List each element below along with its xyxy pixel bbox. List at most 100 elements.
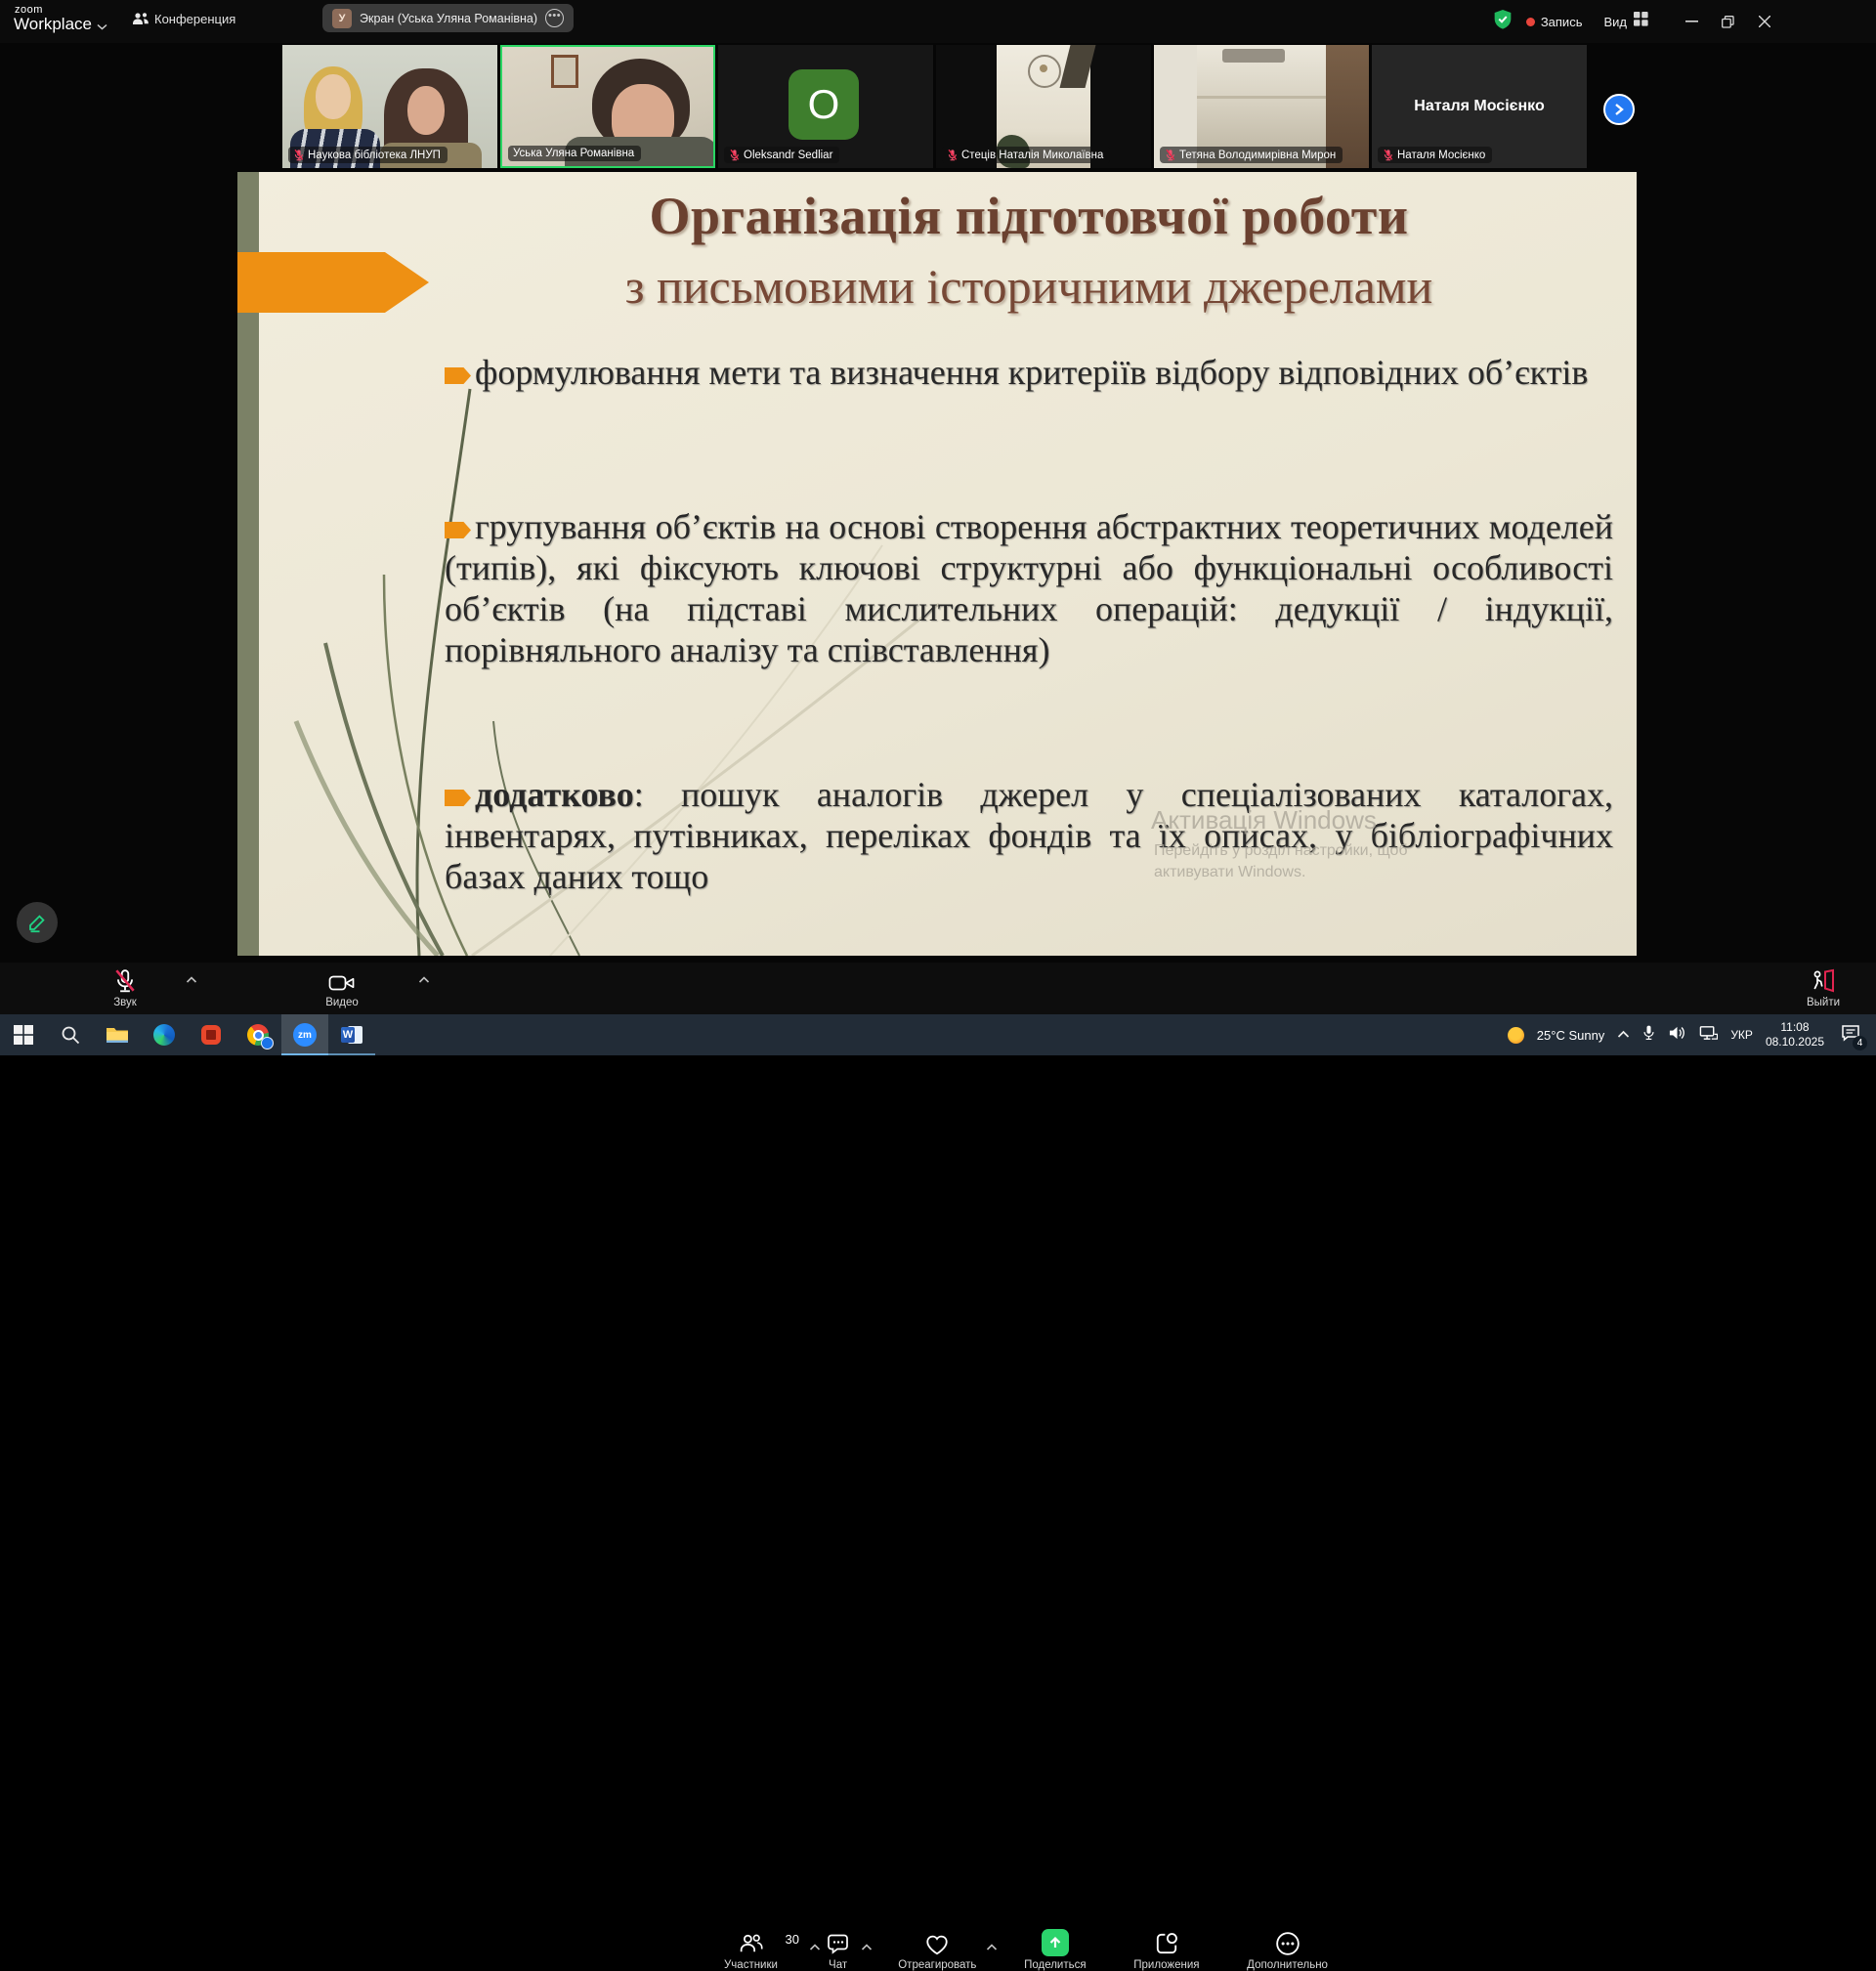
taskbar-search-button[interactable]: [47, 1014, 94, 1055]
chrome-icon: [247, 1024, 269, 1046]
zoom-meeting-window: zoom Workplace Конференция У Экран (Уськ…: [0, 0, 1876, 1055]
mic-muted-icon: [293, 149, 304, 161]
tab-more-icon[interactable]: •••: [545, 9, 564, 27]
windows-activation-watermark-line3: активувати Windows.: [1154, 864, 1305, 881]
video-button[interactable]: Видео: [305, 967, 379, 1008]
tray-expand-chevron[interactable]: [1617, 1026, 1630, 1044]
chat-chevron[interactable]: [861, 1939, 873, 1956]
clock-date: 08.10.2025: [1766, 1035, 1824, 1050]
windows-logo-icon: [14, 1025, 33, 1045]
word-button[interactable]: W: [328, 1014, 375, 1055]
file-explorer-button[interactable]: [94, 1014, 141, 1055]
language-indicator[interactable]: УКР: [1730, 1028, 1753, 1042]
windows-activation-watermark-line2: Перейдіть у розділ настройки, щоб: [1154, 842, 1408, 860]
office-button[interactable]: [188, 1014, 234, 1055]
chevron-down-icon[interactable]: [97, 18, 107, 35]
next-participants-page-button[interactable]: [1603, 94, 1635, 125]
tray-volume-icon[interactable]: [1668, 1025, 1686, 1046]
slide-bullet-2: групування об’єктів на основі створення …: [445, 506, 1613, 670]
participant-tile[interactable]: O Oleksandr Sedliar: [718, 45, 933, 168]
workplace-logo: Workplace: [14, 15, 92, 34]
tab-screen-share[interactable]: У Экран (Уська Уляна Романівна) •••: [322, 4, 574, 32]
mic-muted-icon: [88, 967, 162, 994]
mic-muted-icon: [1383, 149, 1393, 161]
slide-bullet-1: формулювання мети та визначення критерії…: [445, 352, 1613, 393]
chevron-right-icon: [1614, 104, 1624, 115]
participant-tile[interactable]: Наталя Мосієнко Наталя Мосієнко: [1372, 45, 1587, 168]
apps-icon: [1133, 1930, 1199, 1956]
reactions-button[interactable]: Отреагировать: [898, 1930, 976, 1971]
apps-button[interactable]: Приложения: [1133, 1930, 1199, 1971]
participants-icon: [724, 1930, 778, 1956]
meeting-toolbar: Звук Видео 30 Участники: [0, 963, 1876, 1014]
leave-door-icon: [1786, 967, 1860, 994]
edge-browser-button[interactable]: [141, 1014, 188, 1055]
title-bar: zoom Workplace Конференция У Экран (Уськ…: [0, 0, 1876, 43]
participant-tile[interactable]: Тетяна Володимирівна Мирон: [1154, 45, 1369, 168]
toolbar-center-cluster: 30 Участники Чат Отреагировать: [724, 1930, 1328, 1971]
participant-tile[interactable]: Стеців Наталія Миколаївна: [936, 45, 1151, 168]
start-button[interactable]: [0, 1014, 47, 1055]
close-button[interactable]: [1746, 4, 1782, 39]
folder-icon: [106, 1025, 129, 1045]
chat-icon: [826, 1930, 851, 1956]
weather-text[interactable]: 25°C Sunny: [1537, 1028, 1605, 1043]
tab-meeting[interactable]: Конференция: [154, 12, 235, 26]
search-icon: [61, 1025, 80, 1045]
participant-name-tag: Наталя Мосієнко: [1378, 147, 1492, 163]
audio-options-chevron[interactable]: [186, 971, 197, 989]
annotate-button[interactable]: [17, 902, 58, 943]
word-icon: W: [341, 1024, 362, 1046]
restore-button[interactable]: [1710, 4, 1746, 39]
pencil-icon: [26, 912, 48, 933]
zoom-app-icon: zm: [293, 1023, 317, 1047]
zoom-app-button[interactable]: zm: [281, 1014, 328, 1055]
participant-name-tag: Стеців Наталія Миколаївна: [942, 147, 1110, 163]
mic-muted-icon: [729, 149, 740, 161]
participant-name-tag: Наукова бібліотека ЛНУП: [288, 147, 448, 163]
mic-muted-icon: [947, 149, 958, 161]
view-button[interactable]: Вид: [1603, 15, 1627, 29]
notification-center-button[interactable]: 4: [1841, 1024, 1860, 1047]
clock-time: 11:08: [1766, 1020, 1824, 1035]
minimize-button[interactable]: [1674, 4, 1710, 39]
taskbar-clock[interactable]: 11:08 08.10.2025: [1766, 1020, 1824, 1050]
participant-name-tag: Уська Уляна Романівна: [508, 146, 641, 161]
participant-tile[interactable]: Наукова бібліотека ЛНУП: [282, 45, 497, 168]
participants-chevron[interactable]: [809, 1939, 821, 1956]
audio-button[interactable]: Звук: [88, 967, 162, 1008]
more-button[interactable]: Дополнительно: [1247, 1930, 1328, 1971]
bullet-icon: [445, 790, 471, 806]
avatar: У: [332, 9, 352, 28]
notification-count-badge: 4: [1853, 1036, 1867, 1050]
participant-tile-active-speaker[interactable]: Уська Уляна Романівна: [500, 45, 715, 168]
view-grid-icon[interactable]: [1634, 12, 1648, 31]
edge-icon: [153, 1024, 175, 1046]
record-dot-icon: [1526, 18, 1535, 26]
share-screen-icon: [1042, 1929, 1069, 1956]
slide-title-line1: Організація підготовчої роботи: [445, 186, 1613, 246]
participant-name-tag: Oleksandr Sedliar: [724, 147, 839, 163]
tray-mic-icon[interactable]: [1642, 1024, 1655, 1046]
tray-network-icon[interactable]: [1699, 1025, 1718, 1046]
shared-screen-slide: Організація підготовчої роботи з письмов…: [237, 172, 1637, 956]
chat-button[interactable]: Чат: [826, 1930, 851, 1971]
chrome-button[interactable]: [234, 1014, 281, 1055]
participants-count-badge: 30: [785, 1932, 798, 1947]
video-options-chevron[interactable]: [418, 971, 430, 989]
mic-muted-icon: [1165, 149, 1175, 161]
participant-name-tag: Тетяна Володимирівна Мирон: [1160, 147, 1343, 163]
participant-avatar: O: [789, 69, 859, 140]
security-shield-icon[interactable]: [1493, 9, 1513, 35]
slide-title-line2: з письмовими історичними джерелами: [445, 258, 1613, 315]
recording-indicator[interactable]: Запись: [1526, 15, 1583, 29]
bullet-icon: [445, 367, 471, 384]
weather-icon[interactable]: [1508, 1027, 1524, 1044]
windows-activation-watermark: Активація Windows: [1151, 805, 1377, 836]
share-screen-button[interactable]: Поделиться: [1024, 1930, 1087, 1971]
bullet-icon: [445, 522, 471, 538]
reactions-chevron[interactable]: [986, 1939, 998, 1956]
leave-meeting-button[interactable]: Выйти: [1786, 967, 1860, 1008]
participants-button[interactable]: 30 Участники: [724, 1930, 778, 1971]
slide-bullet-3: додатково: пошук аналогів джерел у спеці…: [445, 774, 1613, 897]
